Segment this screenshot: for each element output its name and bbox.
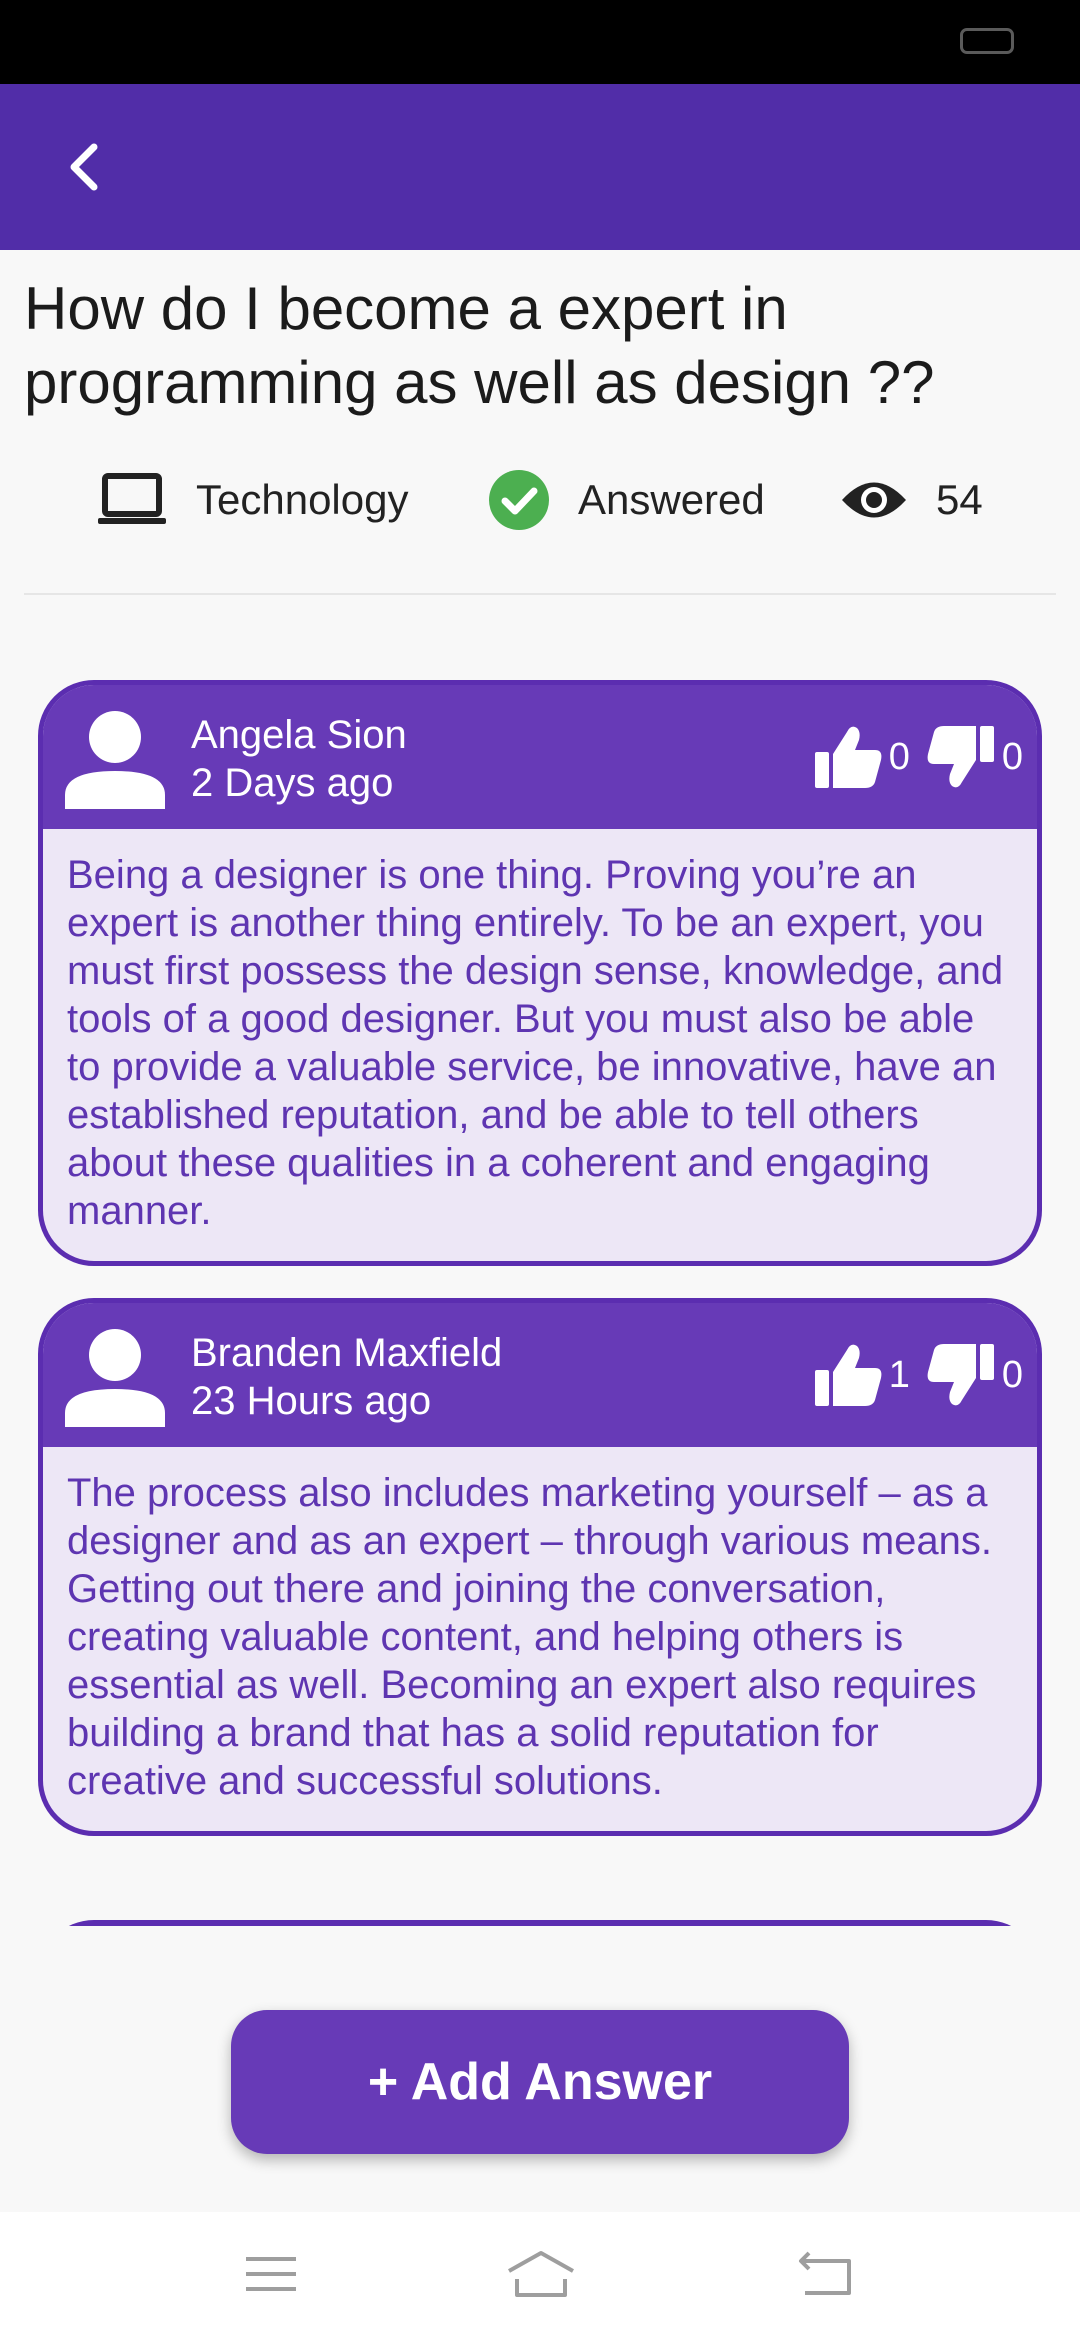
answer-time: 23 Hours ago [191, 1379, 432, 1423]
answer-time: 2 Days ago [191, 761, 394, 805]
views-meta: 54 [840, 462, 983, 538]
vote-controls: 1 0 [813, 1339, 1023, 1411]
thumbs-up-icon [814, 726, 882, 788]
answer-author: Branden Maxfield [191, 1331, 503, 1375]
nav-back-button[interactable] [780, 2236, 870, 2312]
chevron-left-icon [70, 143, 98, 191]
return-icon [799, 2251, 851, 2295]
answer-card: Branden Maxfield 23 Hours ago 1 0 The pr… [38, 1298, 1042, 1836]
laptop-icon [98, 473, 166, 524]
vote-controls: 0 0 [813, 721, 1023, 793]
thumbs-down-icon [927, 1344, 994, 1406]
answer-header: Branden Maxfield 23 Hours ago 1 0 [43, 1303, 1037, 1447]
menu-icon [246, 2257, 296, 2291]
answer-header: Angela Sion 2 Days ago 0 0 [43, 685, 1037, 829]
nav-home-button[interactable] [496, 2236, 586, 2312]
battery-icon [960, 28, 1014, 54]
like-count: 0 [888, 735, 910, 778]
question-meta: Technology Answered 54 [0, 462, 1080, 538]
check-circle-icon [489, 470, 549, 530]
answer-body: Being a designer is one thing. Proving y… [67, 853, 1004, 1233]
answer-body: The process also includes marketing your… [67, 1471, 993, 1803]
question-title: How do I become a expert in programming … [24, 275, 935, 416]
dislike-count: 0 [1001, 735, 1023, 778]
home-icon [508, 2251, 574, 2297]
dislike-count: 0 [1001, 1353, 1023, 1396]
category-label: Technology [196, 476, 409, 523]
dislike-button[interactable]: 0 [926, 724, 1023, 790]
thumbs-down-icon [927, 726, 994, 788]
answer-card: Angela Sion 2 Days ago 0 0 Being a desig… [38, 680, 1042, 1266]
view-count: 54 [936, 476, 983, 523]
category-meta: Technology [96, 462, 408, 538]
system-nav-bar [0, 2212, 1080, 2340]
status-bar [0, 0, 1080, 84]
dislike-button[interactable]: 0 [926, 1342, 1023, 1408]
answer-author: Angela Sion [191, 713, 407, 757]
divider [24, 593, 1056, 595]
like-count: 1 [888, 1353, 910, 1396]
nav-menu-button[interactable] [226, 2236, 316, 2312]
eye-icon [842, 482, 906, 518]
like-button[interactable]: 1 [813, 1342, 910, 1408]
person-icon [65, 1329, 165, 1427]
add-answer-button[interactable]: + Add Answer [231, 2010, 849, 2154]
status-meta: Answered [488, 462, 765, 538]
person-icon [65, 711, 165, 809]
question-detail: How do I become a expert in programming … [0, 250, 1080, 2212]
back-button[interactable] [48, 122, 120, 212]
like-button[interactable]: 0 [813, 724, 910, 790]
app-bar [0, 84, 1080, 250]
thumbs-up-icon [814, 1344, 882, 1406]
status-label: Answered [578, 476, 765, 523]
